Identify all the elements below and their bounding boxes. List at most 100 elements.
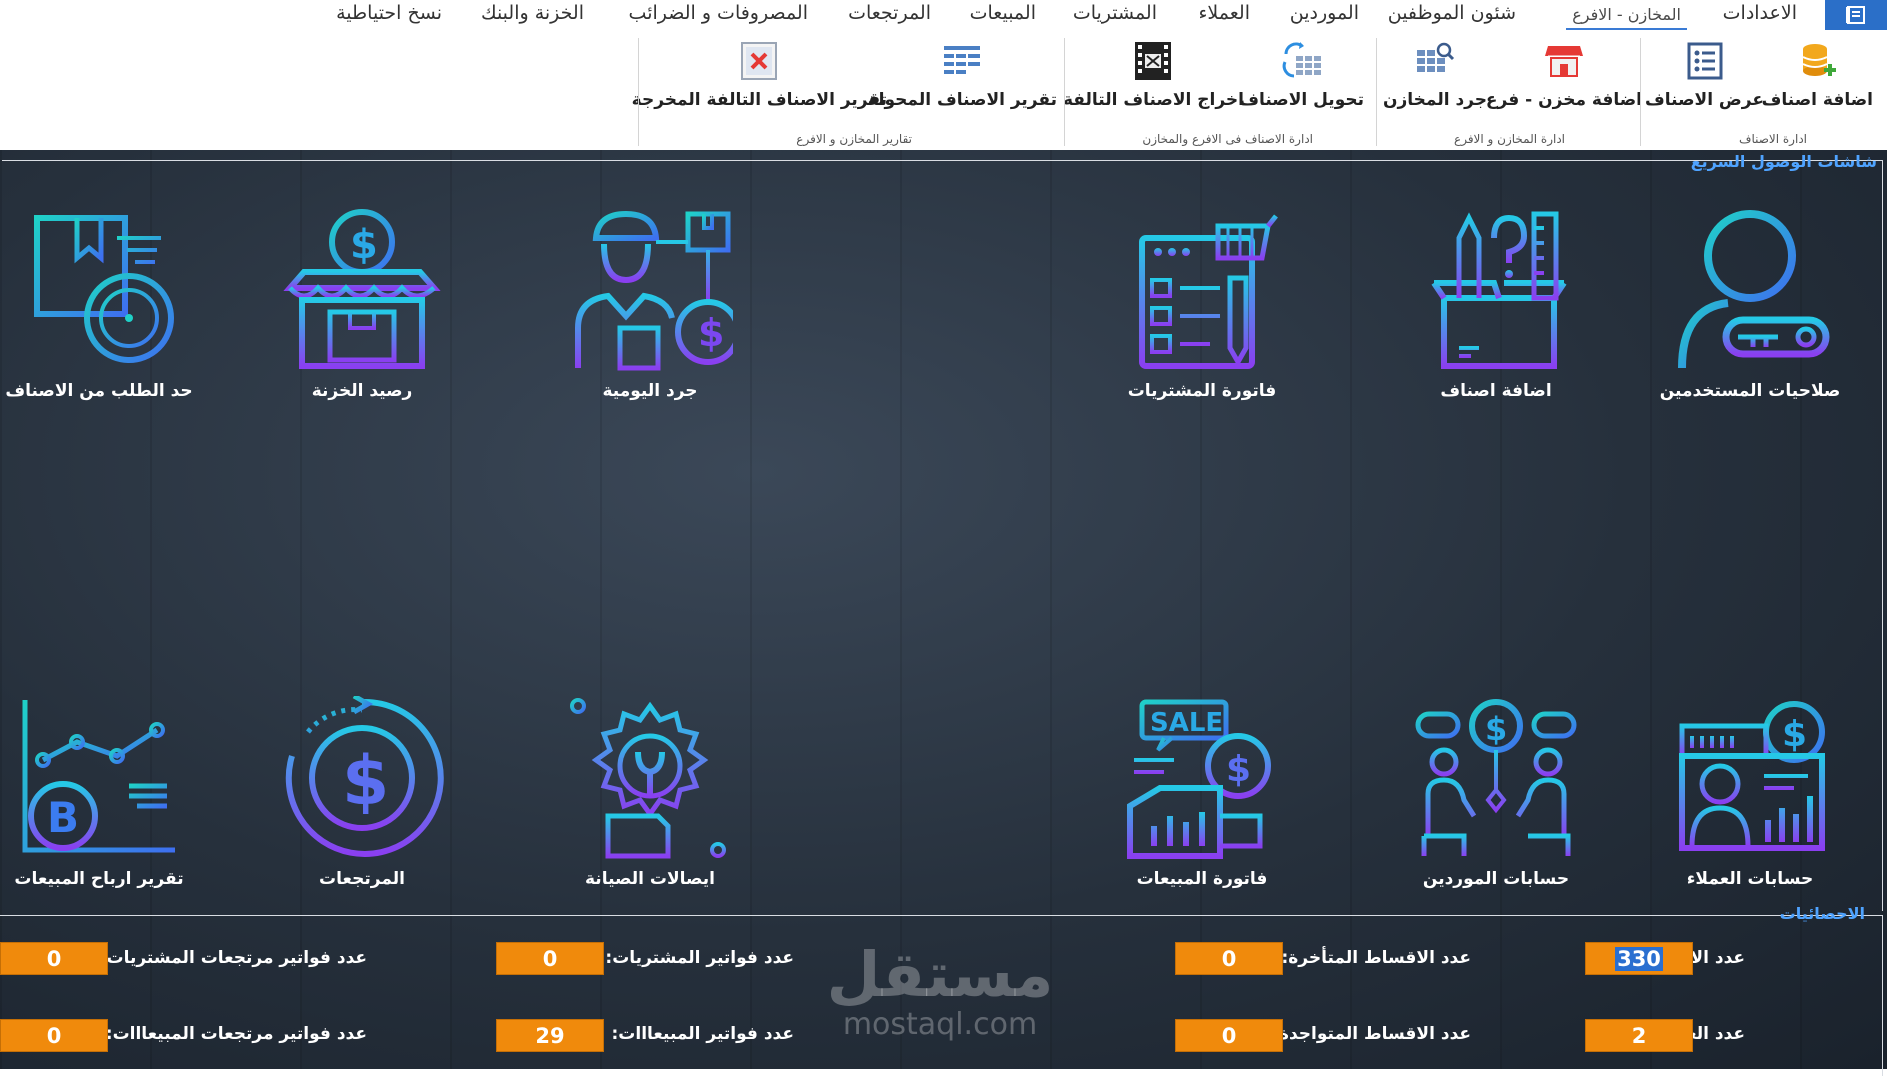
tile-supplier-accounts[interactable]: $ حسابات الموردين — [1391, 696, 1601, 889]
group-items-in-branches: ادارة الاصناف فى الافرع والمخازن — [1142, 132, 1313, 146]
customer-account-icon: $ — [1678, 701, 1825, 851]
tile-label: حسابات الموردين — [1422, 869, 1570, 889]
worker-inventory-icon: $ — [574, 210, 733, 371]
svg-text:$: $ — [698, 311, 724, 355]
tile-customer-accounts[interactable]: $ حسابات العملاء — [1645, 696, 1855, 889]
svg-text:SALE: SALE — [1150, 708, 1223, 738]
sales-returns-field[interactable]: 0 — [0, 1019, 108, 1052]
tab-settings[interactable]: الاعدادات — [1723, 2, 1797, 24]
add-store-branch-button[interactable]: اضافة مخزن - فرع — [1486, 40, 1642, 110]
group-items-management: ادارة الاصناف — [1739, 132, 1807, 146]
sales-returns-label: عدد فواتير مرتجعات المبيعااات: — [105, 1024, 367, 1044]
watermark-arabic: مستقل — [826, 938, 1054, 1011]
ribbon-separator — [638, 38, 639, 146]
table-report-icon — [942, 40, 982, 82]
maintenance-gear-icon — [569, 698, 726, 859]
purchase-returns-field[interactable]: 0 — [0, 942, 108, 975]
sale-invoice-icon: SALE $ — [1126, 699, 1271, 859]
ribbon-tab-strip: الاعدادات المخازن - الافرع شئون الموظفين… — [0, 0, 1887, 34]
file-menu-button[interactable] — [1825, 0, 1887, 30]
delete-report-icon — [739, 40, 779, 82]
tile-sales-invoice[interactable]: SALE $ فاتورة المبيعات — [1097, 696, 1307, 889]
tile-treasury-balance[interactable]: $ رصيد الخزنة — [257, 208, 467, 401]
tile-purchase-invoice[interactable]: فاتورة المشتريات — [1097, 208, 1307, 401]
store-icon — [1544, 40, 1584, 82]
tab-customers[interactable]: العملاء — [1199, 2, 1251, 24]
tile-daily-inventory[interactable]: $ جرد اليومية — [545, 208, 755, 401]
tile-add-items[interactable]: اضافة اصناف — [1391, 208, 1601, 401]
tab-purchases[interactable]: المشتريات — [1073, 2, 1157, 24]
purchase-invoice-icon — [1138, 214, 1278, 369]
group-stores-reports: تقارير المخازن و الافرع — [796, 132, 912, 146]
group-stores-management: ادارة المخازن و الافرع — [1454, 132, 1565, 146]
tab-stores-branches[interactable]: المخازن - الافرع — [1566, 5, 1687, 30]
dollar-refresh-icon: $ — [285, 696, 444, 857]
grid-search-icon — [1415, 40, 1455, 82]
box-tools-icon — [1431, 211, 1566, 369]
overdue-installments-label: عدد الاقساط المتأخرة: — [1281, 948, 1471, 968]
svg-text:$: $ — [1226, 749, 1251, 790]
box-stopwatch-icon — [33, 215, 174, 363]
view-items-button[interactable]: عرض الاصناف — [1645, 40, 1764, 110]
transferred-items-report-label: تقرير الاصناف المحولة — [867, 90, 1057, 110]
supplier-meeting-icon: $ — [1415, 699, 1576, 856]
view-items-label: عرض الاصناف — [1645, 90, 1764, 110]
tab-treasury-bank[interactable]: الخزنة والبنك — [481, 2, 584, 24]
tab-suppliers[interactable]: الموردين — [1290, 2, 1359, 24]
tile-returns[interactable]: $ المرتجعات — [257, 696, 467, 889]
statistics-title: الاحصائيات — [1779, 904, 1865, 923]
sales-invoices-field[interactable]: 29 — [496, 1019, 604, 1052]
tab-sales[interactable]: المبيعات — [970, 2, 1036, 24]
purchase-invoices-label: عدد فواتير المشتريات: — [605, 948, 794, 968]
user-key-icon — [1677, 210, 1829, 369]
stores-inventory-label: جرد المخازن — [1382, 90, 1487, 110]
customers-count-field[interactable]: 2 — [1585, 1019, 1693, 1052]
tile-user-permissions[interactable]: صلاحيات المستخدمين — [1645, 208, 1855, 401]
purchase-invoices-field[interactable]: 0 — [496, 942, 604, 975]
transfer-items-label: تحويل الاصناف — [1239, 90, 1364, 110]
tile-sales-profit-report[interactable]: B تقرير ارباح المبيعات — [0, 696, 204, 889]
damaged-items-report-button[interactable]: تقرير الاصناف التالفة المخرجة — [632, 40, 887, 110]
tab-expenses-taxes[interactable]: المصروفات و الضرائب — [629, 2, 808, 24]
add-store-branch-label: اضافة مخزن - فرع — [1485, 90, 1642, 110]
existing-installments-field[interactable]: 0 — [1175, 1019, 1283, 1052]
ribbon-separator — [1064, 38, 1065, 146]
watermark-latin: mostaql.com — [842, 1007, 1038, 1042]
tile-label: تقرير ارباح المبيعات — [14, 869, 184, 889]
tab-employees[interactable]: شئون الموظفين — [1388, 2, 1516, 24]
add-items-button[interactable]: اضافة اصناف — [1762, 40, 1873, 110]
ribbon-separator — [1376, 38, 1377, 146]
profit-chart-icon: B — [22, 700, 175, 853]
existing-installments-label: عدد الاقساط المتواجدة: — [1272, 1024, 1471, 1044]
remove-damaged-items-button[interactable]: اخراج الاصناف التالفة — [1063, 40, 1244, 110]
svg-text:$: $ — [342, 742, 389, 821]
tile-label: المرتجعات — [319, 869, 405, 889]
tab-returns[interactable]: المرتجعات — [848, 2, 931, 24]
stores-inventory-button[interactable]: جرد المخازن — [1383, 40, 1487, 110]
tile-maintenance-receipts[interactable]: ايصالات الصيانة — [545, 696, 755, 889]
list-icon — [1685, 40, 1725, 82]
tab-backup[interactable]: نسخ احتياطية — [336, 2, 442, 24]
tile-label: حسابات العملاء — [1686, 869, 1814, 889]
ribbon-panel: اضافة اصناف عرض الاصناف اضافة مخزن - فرع… — [0, 34, 1887, 150]
add-items-label: اضافة اصناف — [1761, 90, 1873, 110]
database-add-icon — [1797, 40, 1837, 82]
remove-damaged-items-label: اخراج الاصناف التالفة — [1062, 90, 1244, 110]
overdue-installments-field[interactable]: 0 — [1175, 942, 1283, 975]
svg-text:$: $ — [1485, 710, 1507, 748]
purchase-returns-label: عدد فواتير مرتجعات المشتريات: — [99, 948, 367, 968]
transfer-icon — [1282, 40, 1322, 82]
tile-label: اضافة اصناف — [1440, 381, 1552, 401]
svg-text:B: B — [47, 793, 79, 842]
tile-reorder-limit[interactable]: حد الطلب من الاصناف — [0, 208, 204, 401]
shop-dollar-icon: $ — [282, 209, 441, 369]
tile-label: رصيد الخزنة — [311, 381, 413, 401]
transferred-items-report-button[interactable]: تقرير الاصناف المحولة — [868, 40, 1057, 110]
transfer-items-button[interactable]: تحويل الاصناف — [1239, 40, 1364, 110]
svg-text:$: $ — [350, 222, 378, 268]
tile-label: صلاحيات المستخدمين — [1659, 381, 1841, 401]
svg-text:$: $ — [1782, 714, 1807, 755]
items-count-field[interactable]: 330 — [1585, 942, 1693, 975]
damaged-items-report-label: تقرير الاصناف التالفة المخرجة — [631, 90, 887, 110]
tile-label: جرد اليومية — [602, 381, 698, 401]
